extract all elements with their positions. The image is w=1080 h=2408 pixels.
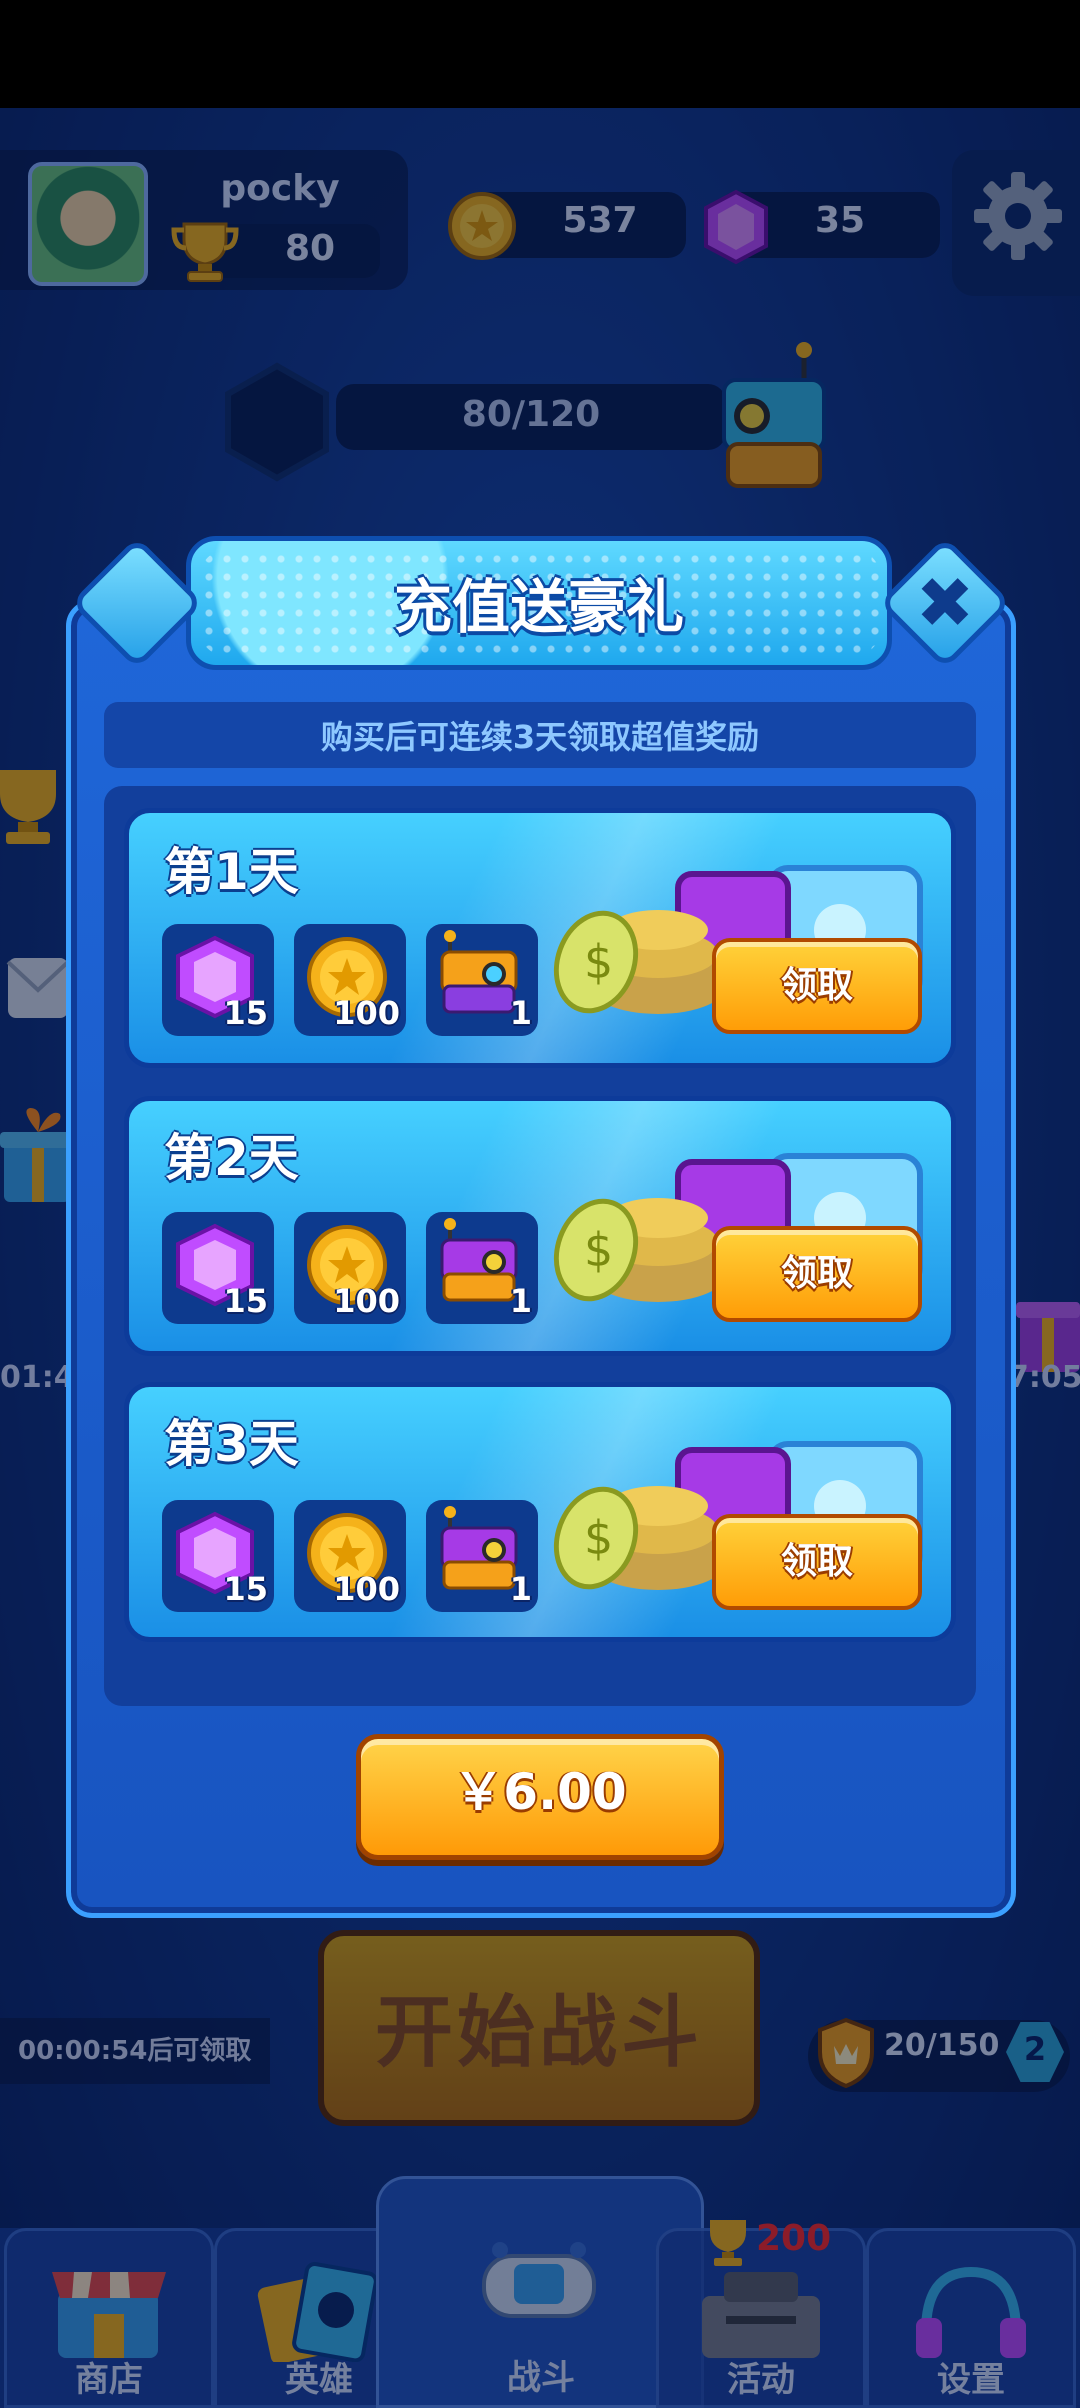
status-bar (0, 0, 1080, 108)
svg-text:$: $ (584, 1511, 613, 1565)
coin-reward-count: 100 (333, 994, 400, 1032)
chest-reward-count: 1 (509, 994, 532, 1032)
coin-reward-count: 100 (333, 1282, 400, 1320)
gem-reward-count: 15 (223, 1570, 268, 1608)
dialog-title: 充值送豪礼 (393, 573, 684, 641)
dialog-subtitle: 购买后可连续3天领取超值奖励 (320, 718, 760, 756)
gem-reward-count: 15 (223, 1282, 268, 1320)
purchase-price: ￥6.00 (453, 1763, 627, 1821)
close-icon[interactable]: ✖ (898, 556, 992, 650)
chest-reward-count: 1 (509, 1282, 532, 1320)
claim-button-label: 领取 (780, 1253, 853, 1294)
gem-reward-count: 15 (223, 994, 268, 1032)
day-title: 第1天 (164, 843, 299, 901)
svg-text:$: $ (584, 1223, 613, 1277)
chest-reward-count: 1 (509, 1570, 532, 1608)
claim-button-label: 领取 (780, 965, 853, 1006)
claim-button-label: 领取 (780, 1541, 853, 1582)
svg-text:$: $ (584, 935, 613, 989)
day-title: 第2天 (164, 1129, 299, 1187)
day-title: 第3天 (164, 1415, 299, 1473)
coin-reward-count: 100 (333, 1570, 400, 1608)
